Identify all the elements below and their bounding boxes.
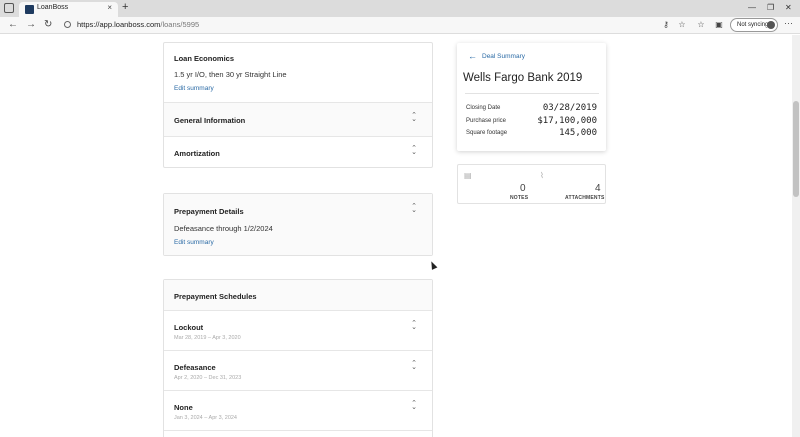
prepayment-details-title: Prepayment Details: [174, 207, 244, 216]
schedule-range: Apr 2, 2020 – Dec 31, 2023: [174, 375, 242, 381]
general-information-row[interactable]: General Information ⌃ ⌄: [164, 102, 432, 136]
browser-tab[interactable]: LoanBoss ×: [19, 2, 118, 17]
reload-icon[interactable]: ↻: [44, 19, 52, 30]
schedule-item[interactable]: Defeasance Apr 2, 2020 – Dec 31, 2023 ⌃ ⌄: [164, 350, 432, 390]
paperclip-icon[interactable]: ⌇: [540, 171, 544, 180]
prepayment-details-section: Prepayment Details ⌃ ⌄ Defeasance through…: [164, 194, 432, 255]
maximize-icon[interactable]: ❐: [767, 3, 774, 12]
tab-close-icon[interactable]: ×: [107, 3, 112, 12]
back-icon[interactable]: ←: [8, 19, 18, 30]
expand-chevron-icon[interactable]: ⌃ ⌄: [410, 112, 418, 123]
menu-icon[interactable]: ···: [784, 18, 793, 28]
url-host: https://app.loanboss.com: [77, 20, 161, 29]
schedule-range: Mar 28, 2019 – Apr 3, 2020: [174, 335, 241, 341]
amortization-row[interactable]: Amortization ⌃ ⌄: [164, 136, 432, 168]
loan-economics-edit-link[interactable]: Edit summary: [174, 85, 214, 92]
loan-economics-title: Loan Economics: [174, 54, 235, 63]
schedule-name: Defeasance: [174, 363, 216, 372]
sync-button[interactable]: Not syncing: [730, 18, 778, 32]
expand-chevron-icon[interactable]: ⌃ ⌄: [410, 145, 418, 156]
deal-name: Wells Fargo Bank 2019: [463, 72, 583, 84]
loan-economics-summary: 1.5 yr I/O, then 30 yr Straight Line: [174, 70, 287, 79]
favorites-icon[interactable]: ☆: [696, 20, 706, 30]
expand-chevron-icon[interactable]: ⌃ ⌄: [410, 400, 418, 411]
scrollbar-thumb[interactable]: [793, 101, 799, 197]
window-close-icon[interactable]: ✕: [785, 3, 792, 12]
tab-title: LoanBoss: [37, 4, 69, 11]
mouse-cursor-icon: [428, 260, 438, 270]
general-information-title: General Information: [174, 116, 246, 125]
minimize-icon[interactable]: —: [748, 3, 756, 12]
browser-tab-bar: LoanBoss × + — ❐ ✕: [0, 0, 800, 17]
new-tab-icon[interactable]: +: [122, 1, 128, 13]
loanboss-favicon-icon: [25, 5, 34, 14]
schedule-name: Lockout: [174, 323, 204, 332]
schedule-name: None: [174, 403, 193, 412]
purchase-price-label: Purchase price: [466, 118, 507, 124]
site-info-icon[interactable]: [64, 21, 71, 28]
amortization-title: Amortization: [174, 149, 220, 158]
schedule-item[interactable]: Lockout Mar 28, 2019 – Apr 3, 2020 ⌃ ⌄: [164, 310, 432, 350]
prepayment-details-card: Prepayment Details ⌃ ⌄ Defeasance through…: [163, 193, 433, 256]
url-path: /loans/5995: [160, 20, 200, 29]
sync-label: Not syncing: [737, 22, 769, 28]
prepayment-schedules-header: Prepayment Schedules: [164, 280, 432, 310]
profile-avatar: [767, 21, 775, 29]
loan-economics-section: Loan Economics 1.5 yr I/O, then 30 yr St…: [164, 43, 432, 102]
reading-view-icon[interactable]: ☆: [677, 20, 687, 30]
purchase-price-value: $17,100,000: [537, 116, 597, 126]
notes-count: 0: [520, 183, 526, 194]
expand-chevron-icon[interactable]: ⌃ ⌄: [410, 203, 418, 214]
loan-economics-card: Loan Economics 1.5 yr I/O, then 30 yr St…: [163, 42, 433, 168]
prepayment-details-summary: Defeasance through 1/2/2024: [174, 224, 273, 233]
schedule-item[interactable]: None Jan 3, 2024 – Apr 3, 2024 ⌃ ⌄: [164, 390, 432, 430]
deal-summary-link[interactable]: Deal Summary: [482, 53, 525, 60]
collections-icon[interactable]: ▣: [714, 20, 724, 30]
deal-summary-card: ← Deal Summary Wells Fargo Bank 2019 Clo…: [457, 43, 606, 151]
notes-attachments-panel: ▤ ⌇ 0 NOTES 4 ATTACHMENTS: [457, 164, 606, 204]
square-footage-label: Square footage: [466, 130, 508, 136]
expand-chevron-icon[interactable]: ⌃ ⌄: [410, 320, 418, 331]
divider: [465, 93, 599, 94]
forward-icon[interactable]: →: [26, 19, 36, 30]
prepayment-schedules-card: Prepayment Schedules Lockout Mar 28, 201…: [163, 279, 433, 437]
square-footage-value: 145,000: [559, 128, 597, 138]
back-arrow-icon[interactable]: ←: [468, 51, 477, 61]
key-icon[interactable]: ⚷: [661, 20, 671, 30]
expand-chevron-icon[interactable]: ⌃ ⌄: [410, 360, 418, 371]
closing-date-value: 03/28/2019: [542, 103, 597, 113]
browser-toolbar: ← → ↻ https://app.loanboss.com/loans/599…: [0, 17, 800, 34]
attachments-count: 4: [595, 183, 601, 194]
schedule-item[interactable]: [164, 430, 432, 437]
prepayment-schedules-title: Prepayment Schedules: [174, 292, 257, 301]
tab-actions-icon[interactable]: [4, 3, 14, 13]
comment-icon[interactable]: ▤: [464, 171, 472, 180]
address-bar[interactable]: https://app.loanboss.com/loans/5995: [77, 20, 199, 29]
page-viewport: Loan Economics 1.5 yr I/O, then 30 yr St…: [0, 35, 792, 437]
schedule-range: Jan 3, 2024 – Apr 3, 2024: [174, 415, 237, 421]
notes-label[interactable]: NOTES: [510, 195, 528, 201]
attachments-label[interactable]: ATTACHMENTS: [565, 195, 605, 201]
closing-date-label: Closing Date: [466, 105, 501, 111]
page-scrollbar[interactable]: [792, 35, 800, 437]
prepayment-details-edit-link[interactable]: Edit summary: [174, 239, 214, 246]
